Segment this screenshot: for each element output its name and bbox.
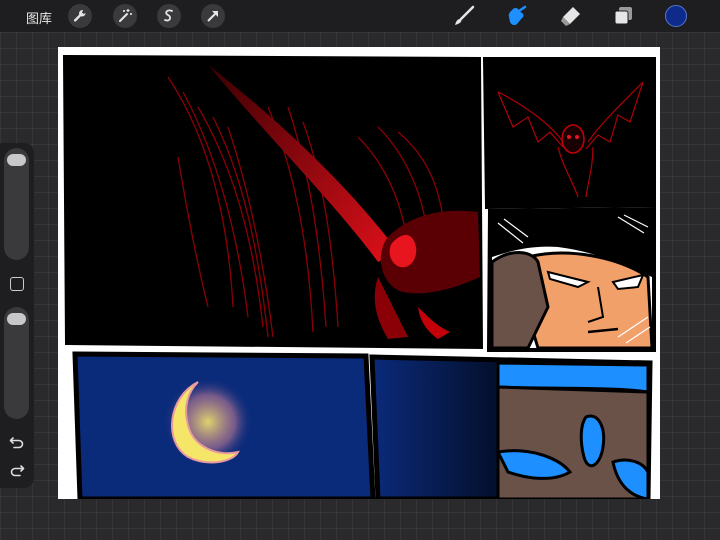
selection-icon[interactable] <box>157 4 181 28</box>
transform-arrow-icon[interactable] <box>201 4 225 28</box>
wrench-icon[interactable] <box>68 4 92 28</box>
brush-icon[interactable] <box>452 5 476 27</box>
panel-bat-creature <box>482 57 656 210</box>
brush-size-thumb[interactable] <box>7 154 26 166</box>
top-toolbar: 图库 <box>0 0 720 32</box>
panel-wings-closeup <box>62 54 484 350</box>
gallery-button[interactable]: 图库 <box>26 8 52 27</box>
modify-square-icon[interactable] <box>10 277 24 291</box>
opacity-thumb[interactable] <box>7 313 26 325</box>
panel-armored-figure <box>369 354 653 499</box>
opacity-slider[interactable] <box>4 307 29 419</box>
smudge-icon[interactable] <box>505 5 529 27</box>
panel-hero-face <box>486 206 656 352</box>
drawing-canvas[interactable] <box>58 47 660 499</box>
magic-wand-icon[interactable] <box>113 4 137 28</box>
undo-icon[interactable] <box>9 434 25 450</box>
layers-icon[interactable] <box>611 5 635 27</box>
panel-crescent-moon <box>72 351 376 499</box>
eraser-icon[interactable] <box>558 5 582 27</box>
color-picker-button[interactable] <box>665 5 687 27</box>
redo-icon[interactable] <box>9 462 25 478</box>
brush-size-slider[interactable] <box>4 148 29 260</box>
left-sidebar <box>0 143 34 488</box>
